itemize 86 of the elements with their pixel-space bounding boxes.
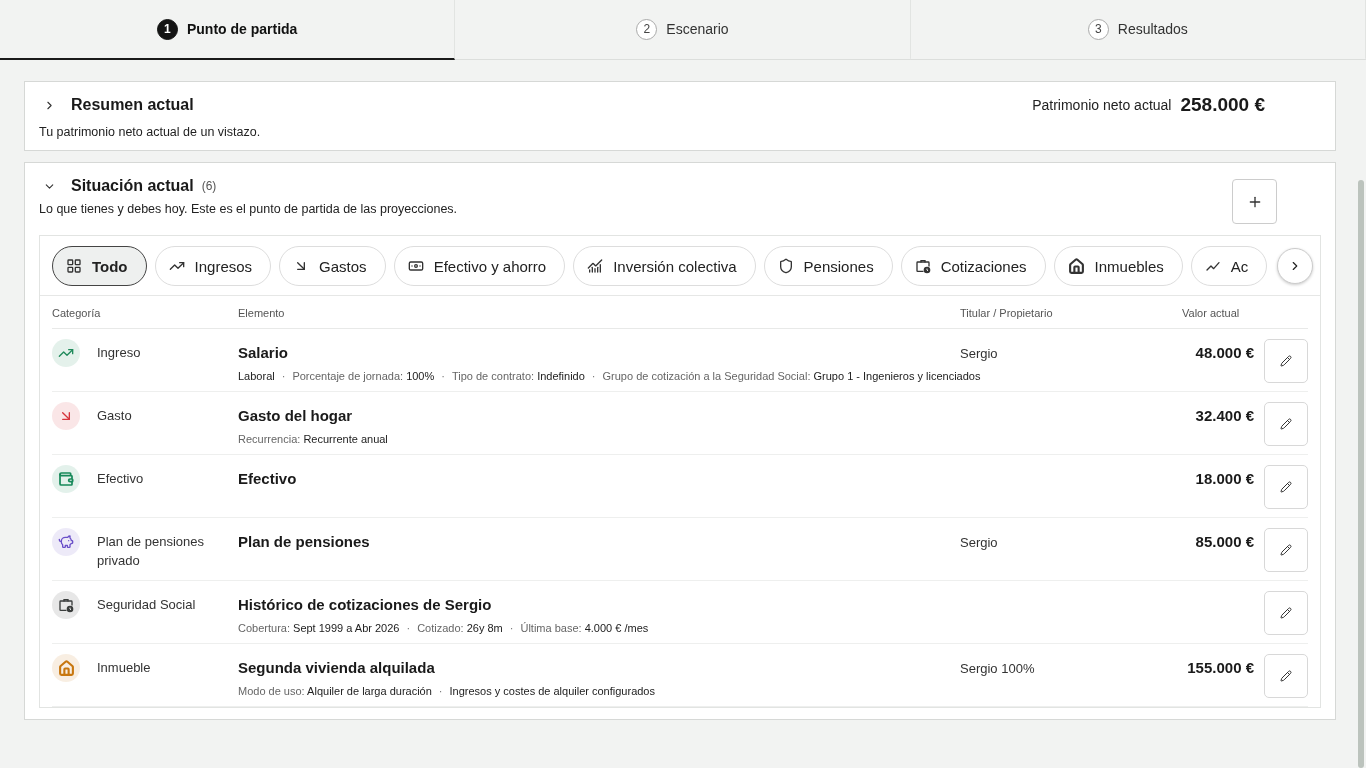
step-tab[interactable]: 2 Escenario — [455, 0, 911, 60]
banknote-icon — [407, 258, 424, 274]
separator-dot: · — [406, 622, 411, 634]
separator-dot: · — [591, 370, 596, 382]
step-number: 1 — [156, 18, 178, 40]
category-label: Gasto — [97, 407, 133, 425]
category-label: Inmueble — [97, 659, 152, 677]
item-detail: Recurrencia: Recurrente anual — [238, 433, 388, 445]
step-label: Escenario — [666, 21, 729, 37]
separator-dot: · — [441, 370, 445, 382]
item-detail: Última base: 4.000 € /mes — [520, 622, 649, 634]
item-title: Plan de pensiones — [238, 532, 371, 550]
pencil-icon — [1280, 670, 1292, 682]
step-tab[interactable]: 1 Punto de partida — [0, 0, 456, 60]
column-header: Categoría — [52, 296, 238, 329]
step-number: 2 — [636, 18, 658, 40]
separator-dot: · — [509, 622, 514, 634]
net-worth-value: 258.000 € — [1180, 94, 1265, 116]
pencil-icon — [1280, 355, 1292, 367]
bar-chart-icon — [587, 258, 604, 274]
category-label: Plan de pensiones privado — [97, 533, 205, 570]
step-number: 3 — [1087, 18, 1109, 40]
item-title: Gasto del hogar — [238, 406, 354, 424]
item-detail: Cotizado: 26y 8m — [417, 622, 503, 634]
grid-icon — [66, 258, 82, 274]
current-value: 48.000 € — [1195, 343, 1254, 361]
item-detail: Ingresos y costes de alquiler configurados — [449, 685, 655, 697]
item-count: (6) — [201, 179, 217, 193]
separator-dot: · — [281, 370, 286, 382]
section-title: Resumen actual — [71, 96, 194, 114]
edit-button[interactable] — [1264, 465, 1308, 509]
filter-chip[interactable]: Inversión colectiva — [573, 246, 756, 286]
net-worth-label: Patrimonio neto actual — [1032, 97, 1172, 113]
item-title: Efectivo — [238, 469, 298, 487]
shield-icon — [777, 258, 794, 274]
briefcase-clock-icon — [914, 258, 931, 274]
filter-chip[interactable]: Gastos — [279, 246, 386, 286]
current-value: 155.000 € — [1187, 658, 1254, 676]
filter-chip[interactable]: Efectivo y ahorro — [393, 246, 566, 286]
scroll-right-button[interactable] — [1277, 248, 1313, 284]
item-detail: Grupo de cotización a la Seguridad Social: Grupo 1 - Ingenieros y licenciados — [602, 370, 981, 382]
item-detail: Cobertura: Sept 1999 a Abr 2026 — [238, 622, 400, 634]
step-label: Resultados — [1117, 21, 1188, 37]
item-detail: Laboral — [238, 370, 275, 382]
edit-button[interactable] — [1264, 654, 1308, 698]
current-value: 85.000 € — [1195, 532, 1254, 550]
category-label: Efectivo — [97, 470, 145, 488]
item-title: Histórico de cotizaciones de Sergio — [238, 595, 493, 613]
item-detail: Porcentaje de jornada: 100% — [292, 370, 435, 382]
filter-chip[interactable]: Todo — [52, 246, 147, 286]
pencil-icon — [1280, 544, 1292, 556]
current-value: 18.000 € — [1195, 469, 1254, 487]
edit-button[interactable] — [1264, 591, 1308, 635]
filter-chip[interactable]: Ac — [1190, 246, 1268, 286]
pencil-icon — [1280, 418, 1292, 430]
add-button[interactable] — [1232, 179, 1277, 224]
pencil-icon — [1280, 481, 1292, 493]
filter-chip[interactable]: Ingresos — [154, 246, 272, 286]
section-title: Situación actual — [71, 177, 194, 195]
section-subtitle: Lo que tienes y debes hoy. Este es el punto de partida de las proyecciones. — [39, 202, 458, 216]
house-icon — [1067, 257, 1085, 275]
step-tab[interactable]: 3 Resultados — [910, 0, 1366, 60]
category-label: Ingreso — [97, 344, 142, 362]
category-label: Seguridad Social — [97, 596, 197, 614]
edit-button[interactable] — [1264, 528, 1308, 572]
item-detail: Tipo de contrato: Indefinido — [451, 370, 585, 382]
scrollbar-thumb[interactable] — [1358, 180, 1364, 768]
filter-chip[interactable]: Inmuebles — [1053, 246, 1183, 286]
item-detail: Modo de uso: Alquiler de larga duración — [238, 685, 432, 697]
owner-text: Sergio — [960, 534, 999, 550]
item-title: Segunda vivienda alquilada — [238, 658, 436, 676]
separator-dot: · — [438, 685, 443, 697]
edit-button[interactable] — [1264, 402, 1308, 446]
filter-chip[interactable]: Cotizaciones — [900, 246, 1046, 286]
owner-text: Sergio — [960, 345, 999, 361]
column-header: Titular / Propietario — [960, 296, 1150, 329]
pencil-icon — [1280, 607, 1292, 619]
filter-chip[interactable]: Pensiones — [763, 246, 893, 286]
owner-text: Sergio 100% — [960, 660, 1036, 676]
section-subtitle: Tu patrimonio neto actual de un vistazo. — [39, 125, 262, 139]
column-header: Elemento — [238, 296, 960, 329]
edit-button[interactable] — [1264, 339, 1308, 383]
column-header: Valor actual — [1150, 296, 1308, 329]
step-label: Punto de partida — [186, 21, 298, 37]
item-title: Salario — [238, 343, 290, 361]
current-value: 32.400 € — [1195, 406, 1254, 424]
